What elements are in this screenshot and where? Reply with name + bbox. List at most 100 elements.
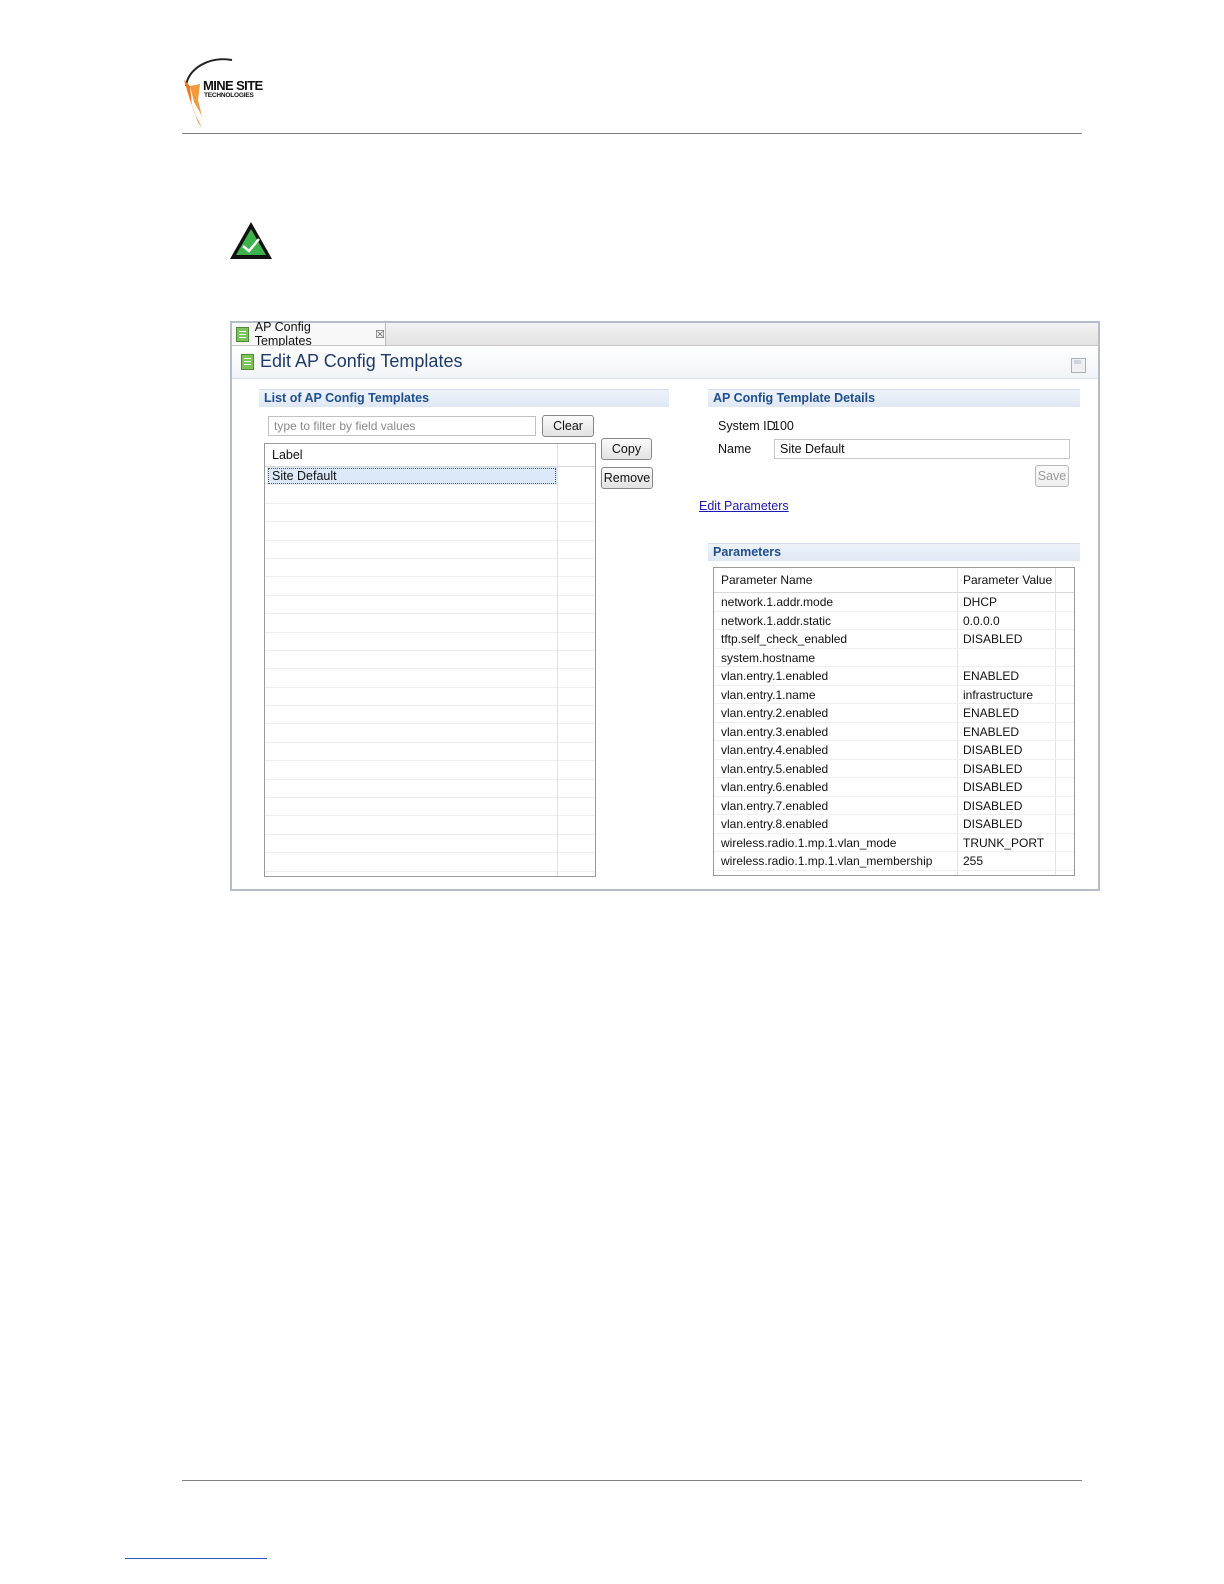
- editor-header: Edit AP Config Templates: [232, 346, 1098, 379]
- editor-title: Edit AP Config Templates: [260, 351, 463, 371]
- document-icon: [236, 326, 249, 342]
- save-disk-icon[interactable]: [1071, 358, 1086, 373]
- name-field[interactable]: Site Default: [774, 439, 1070, 459]
- empty-table-row: [265, 485, 595, 504]
- checkmark-warning-icon: [228, 220, 274, 262]
- app-screenshot: AP Config Templates ☒ Edit AP Config Tem…: [230, 320, 1100, 891]
- footer-rule: [182, 1480, 1082, 1481]
- empty-rows: [265, 485, 595, 876]
- parameter-value: DISABLED: [963, 761, 1023, 776]
- close-icon[interactable]: ☒: [375, 328, 385, 341]
- parameter-name: network.1.addr.mode: [721, 595, 834, 609]
- parameter-value-header[interactable]: Parameter Value: [963, 568, 1052, 592]
- empty-table-row: [265, 669, 595, 688]
- parameter-name: vlan.entry.6.enabled: [721, 780, 829, 794]
- empty-table-row: [265, 780, 595, 799]
- parameter-value: ENABLED: [963, 724, 1020, 739]
- filter-input[interactable]: type to filter by field values: [268, 416, 536, 436]
- empty-table-row: [265, 688, 595, 707]
- copy-button[interactable]: Copy: [601, 438, 652, 460]
- system-id-value: 100: [773, 419, 794, 433]
- edit-parameters-link[interactable]: Edit Parameters: [699, 499, 789, 513]
- company-logo: MINE SITE TECHNOLOGIES: [180, 56, 280, 130]
- logo-line1: MINE SITE: [203, 78, 263, 93]
- parameter-name: vlan.entry.1.name: [721, 687, 816, 702]
- table-row[interactable]: system.hostname: [714, 649, 1074, 667]
- name-label: Name: [718, 442, 752, 456]
- label-column-header[interactable]: Label: [265, 444, 595, 467]
- table-row[interactable]: tftp.self_check_enabled DISABLED: [714, 630, 1074, 649]
- parameter-name: vlan.entry.4.enabled: [721, 743, 829, 757]
- tab-bar: AP Config Templates ☒: [232, 320, 1098, 348]
- empty-table-row: [265, 577, 595, 596]
- empty-table-row: [265, 522, 595, 541]
- logo-line2: TECHNOLOGIES: [204, 92, 254, 99]
- table-row[interactable]: network.1.addr.static 0.0.0.0: [714, 612, 1074, 630]
- empty-table-row: [265, 743, 595, 762]
- parameter-name: system.hostname: [721, 650, 816, 665]
- list-section-heading: List of AP Config Templates: [259, 389, 669, 407]
- empty-table-row: [265, 541, 595, 559]
- parameter-rows: network.1.addr.mode DHCP network.1.addr.st…: [714, 593, 1074, 871]
- empty-table-row: [265, 724, 595, 743]
- parameter-name: vlan.entry.7.enabled: [721, 798, 829, 813]
- parameters-header-row: Parameter Name Parameter Value: [714, 568, 1074, 593]
- table-row[interactable]: vlan.entry.1.enabled ENABLED: [714, 667, 1074, 686]
- parameter-name-header[interactable]: Parameter Name: [721, 568, 812, 592]
- empty-table-row: [265, 633, 595, 651]
- system-id-label: System ID: [718, 419, 776, 433]
- table-row[interactable]: vlan.entry.4.enabled DISABLED: [714, 741, 1074, 760]
- empty-table-row: [265, 559, 595, 578]
- table-row[interactable]: wireless.radio.1.mp.1.vlan_membership 255: [714, 852, 1074, 871]
- parameter-value: DISABLED: [963, 817, 1023, 831]
- empty-table-row: [265, 798, 595, 817]
- parameters-table: Parameter Name Parameter Value network.1…: [713, 567, 1075, 876]
- table-row[interactable]: network.1.addr.mode DHCP: [714, 593, 1074, 612]
- parameter-name: network.1.addr.static: [721, 613, 832, 628]
- empty-table-row: [265, 706, 595, 725]
- table-row[interactable]: vlan.entry.6.enabled DISABLED: [714, 778, 1074, 797]
- parameter-value: TRUNK_PORT: [963, 835, 1045, 850]
- table-row[interactable]: vlan.entry.3.enabled ENABLED: [714, 723, 1074, 741]
- parameter-name: wireless.radio.1.mp.1.vlan_membership: [721, 854, 933, 868]
- document-icon: [241, 354, 254, 370]
- parameters-section-heading: Parameters: [708, 543, 1080, 561]
- empty-table-row: [265, 872, 595, 876]
- empty-table-row: [265, 614, 595, 633]
- parameter-name: tftp.self_check_enabled: [721, 632, 848, 646]
- empty-table-row: [265, 651, 595, 670]
- table-row-selected[interactable]: Site Default: [267, 467, 557, 486]
- parameter-value: ENABLED: [963, 706, 1020, 720]
- parameter-value: 255: [963, 854, 984, 868]
- table-row[interactable]: vlan.entry.5.enabled DISABLED: [714, 760, 1074, 778]
- empty-table-row: [265, 816, 595, 835]
- table-row[interactable]: vlan.entry.7.enabled DISABLED: [714, 797, 1074, 815]
- parameter-name: vlan.entry.8.enabled: [721, 817, 829, 831]
- parameter-value: DISABLED: [963, 632, 1023, 646]
- parameter-value: DISABLED: [963, 743, 1023, 757]
- parameter-value: ENABLED: [963, 669, 1020, 683]
- parameter-value: infrastructure: [963, 687, 1034, 702]
- tab-label: AP Config Templates: [254, 320, 312, 348]
- parameter-name: vlan.entry.5.enabled: [721, 761, 829, 776]
- header-rule: [182, 133, 1082, 134]
- table-row[interactable]: wireless.radio.1.mp.1.vlan_mode TRUNK_POR…: [714, 834, 1074, 852]
- empty-table-row: [265, 835, 595, 854]
- details-section-heading: AP Config Template Details: [708, 389, 1080, 407]
- remove-button[interactable]: Remove: [601, 467, 653, 489]
- parameter-name: vlan.entry.3.enabled: [721, 724, 829, 739]
- parameter-name: vlan.entry.2.enabled: [721, 706, 829, 720]
- parameter-value: 0.0.0.0: [963, 613, 1000, 628]
- parameter-value: DISABLED: [963, 798, 1023, 813]
- parameter-value: DHCP: [963, 595, 998, 609]
- tab-ap-config-templates[interactable]: AP Config Templates ☒: [232, 320, 386, 348]
- parameter-name: wireless.radio.1.mp.1.vlan_mode: [721, 835, 897, 850]
- column-divider: [557, 444, 558, 876]
- table-row[interactable]: vlan.entry.8.enabled DISABLED: [714, 815, 1074, 834]
- table-row[interactable]: vlan.entry.2.enabled ENABLED: [714, 704, 1074, 723]
- save-button[interactable]: Save: [1035, 465, 1069, 487]
- empty-table-row: [265, 761, 595, 780]
- table-row[interactable]: vlan.entry.1.name infrastructure: [714, 686, 1074, 704]
- clear-button[interactable]: Clear: [542, 415, 594, 437]
- footnote-rule: [125, 1558, 267, 1559]
